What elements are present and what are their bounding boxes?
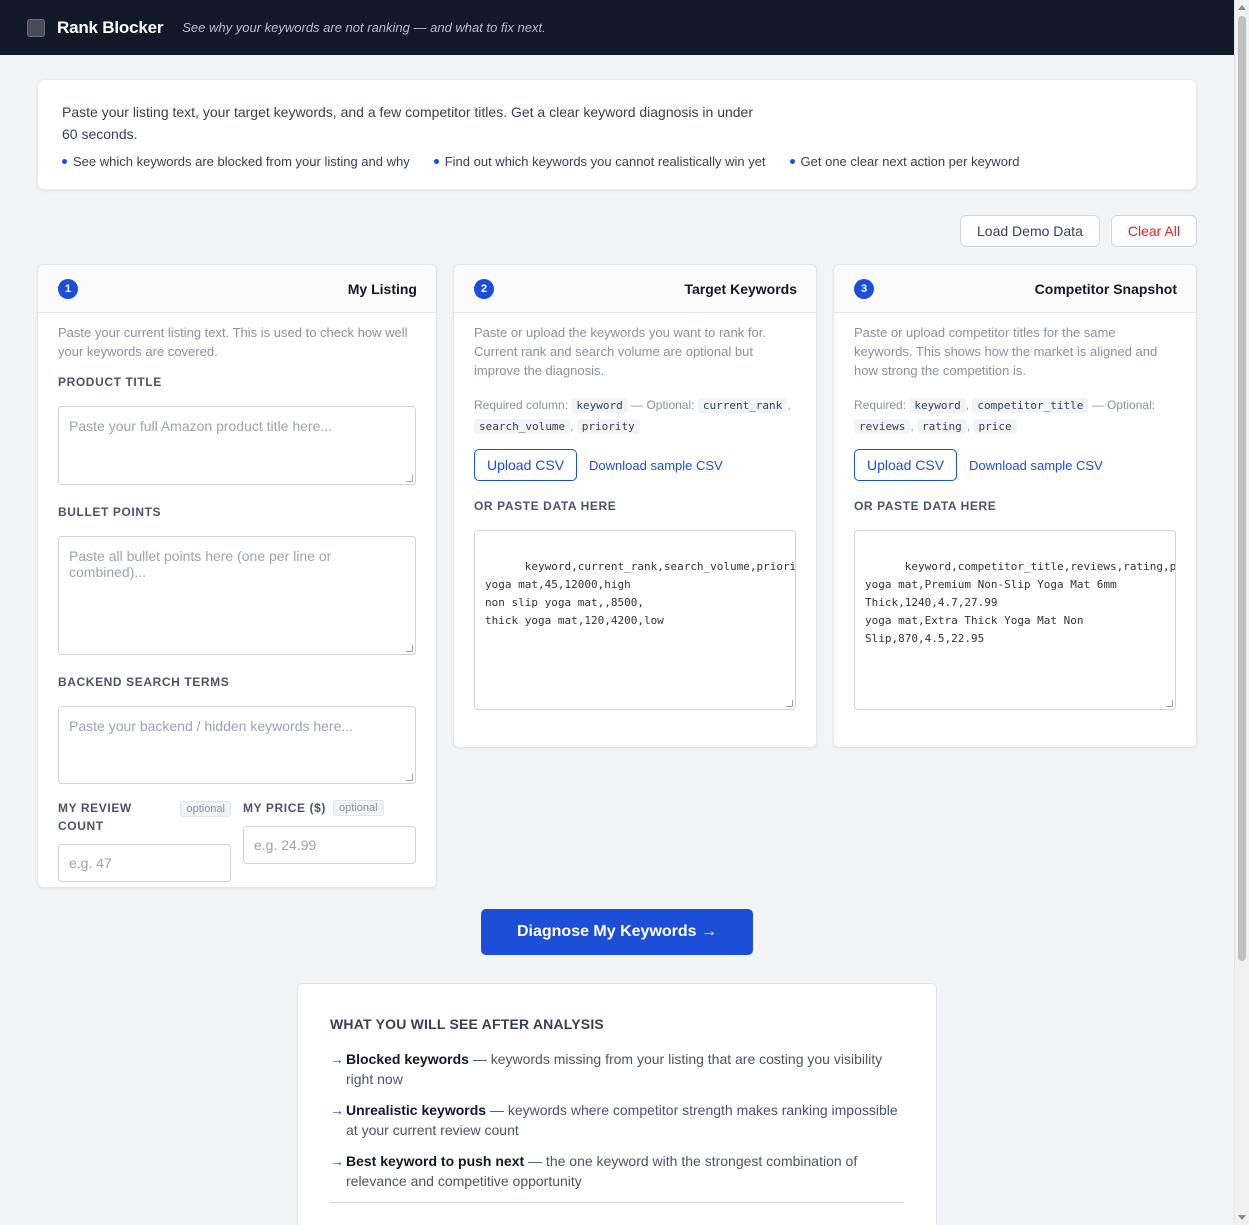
diagnose-keywords-button[interactable]: Diagnose My Keywords →	[481, 909, 753, 955]
intro-card: Paste your listing text, your target key…	[37, 79, 1197, 190]
arrow-right-icon: →	[330, 1102, 344, 1118]
card-header: 2 Target Keywords	[454, 265, 816, 313]
preview-item: → Unrealistic keywords — keywords where …	[330, 1102, 898, 1138]
step-number-badge: 3	[854, 278, 874, 299]
benefit-item: See which keywords are blocked from your…	[62, 154, 410, 169]
card-description: Paste or upload the keywords you want to…	[474, 325, 766, 378]
card-title: Target Keywords	[684, 280, 797, 297]
resize-handle-icon[interactable]	[406, 645, 413, 652]
product-title-textarea[interactable]: Paste your full Amazon product title her…	[58, 406, 416, 485]
resize-handle-icon[interactable]	[406, 774, 413, 781]
resize-handle-icon[interactable]	[406, 475, 413, 482]
page-scrollbar[interactable]	[1234, 0, 1249, 1225]
column-code: rating	[917, 419, 967, 434]
column-code: search_volume	[474, 419, 571, 434]
preview-heading: WHAT YOU WILL SEE AFTER ANALYSIS	[330, 1016, 604, 1032]
upload-csv-button[interactable]: Upload CSV	[474, 449, 578, 481]
card-description: Paste or upload competitor titles for th…	[854, 325, 1158, 378]
analysis-preview-card: WHAT YOU WILL SEE AFTER ANALYSIS → Block…	[297, 983, 937, 1225]
price-input[interactable]: e.g. 24.99	[243, 826, 416, 864]
step-number-badge: 1	[58, 278, 78, 299]
column-code: priority	[576, 419, 640, 434]
column-code: reviews	[854, 419, 911, 434]
preview-item: → Blocked keywords — keywords missing fr…	[330, 1051, 883, 1087]
preview-list: → Blocked keywords — keywords missing fr…	[330, 1049, 904, 1191]
arrow-right-icon: →	[330, 1051, 344, 1067]
keywords-csv-textarea[interactable]: keyword,current_rank,search_volume,prior…	[474, 530, 796, 710]
column-code: keyword	[571, 398, 628, 413]
upload-csv-button[interactable]: Upload CSV	[854, 449, 958, 481]
arrow-right-icon: →	[330, 1153, 344, 1169]
bullet-icon	[433, 159, 439, 164]
benefits-list: See which keywords are blocked from your…	[62, 154, 1172, 169]
load-demo-button[interactable]: Load Demo Data	[960, 215, 1100, 247]
card-header: 1 My Listing	[38, 265, 436, 313]
bullet-points-label: BULLET POINTS	[58, 505, 162, 519]
scroll-up-icon[interactable]	[1238, 5, 1246, 10]
card-description: Paste your current listing text. This is…	[58, 325, 408, 359]
paste-data-label: OR PASTE DATA HERE	[474, 499, 617, 513]
download-sample-link[interactable]: Download sample CSV	[969, 458, 1103, 473]
target-keywords-card: 2 Target Keywords Paste or upload the ke…	[453, 264, 817, 748]
preview-item: → Best keyword to push next — the one ke…	[330, 1153, 858, 1189]
scrollbar-thumb[interactable]	[1238, 16, 1246, 961]
my-listing-card: 1 My Listing Paste your current listing …	[37, 264, 437, 888]
price-label: MY PRICE ($)	[243, 801, 326, 815]
optional-badge: optional	[180, 801, 231, 817]
logo-icon	[27, 18, 45, 37]
card-header: 3 Competitor Snapshot	[834, 265, 1196, 313]
review-count-input[interactable]: e.g. 47	[58, 844, 231, 882]
card-title: My Listing	[347, 280, 417, 297]
intro-text: Paste your listing text, your target key…	[62, 104, 753, 142]
backend-search-terms-label: BACKEND SEARCH TERMS	[58, 675, 230, 689]
benefit-item: Get one clear next action per keyword	[789, 154, 1019, 169]
competitors-csv-textarea[interactable]: keyword,competitor_title,reviews,rating,…	[854, 530, 1176, 710]
column-requirements: Required: keyword, competitor_title — Op…	[854, 398, 1156, 434]
bullet-icon	[62, 159, 67, 164]
product-title-label: PRODUCT TITLE	[58, 375, 162, 389]
column-code: competitor_title	[972, 398, 1089, 413]
benefit-item: Find out which keywords you cannot reali…	[433, 154, 766, 169]
scroll-down-icon[interactable]	[1238, 1215, 1246, 1220]
backend-search-terms-textarea[interactable]: Paste your backend / hidden keywords her…	[58, 706, 416, 784]
competitor-snapshot-card: 3 Competitor Snapshot Paste or upload co…	[833, 264, 1197, 748]
divider	[330, 1202, 904, 1203]
bullet-icon	[789, 159, 795, 164]
optional-badge: optional	[333, 800, 384, 816]
paste-data-label: OR PASTE DATA HERE	[854, 499, 997, 513]
top-bar: Rank Blocker See why your keywords are n…	[0, 0, 1234, 55]
toolbar: Load Demo Data Clear All	[960, 215, 1197, 247]
app-name: Rank Blocker	[57, 17, 164, 37]
resize-handle-icon[interactable]	[1166, 700, 1173, 707]
app-tagline: See why your keywords are not ranking — …	[182, 20, 546, 35]
clear-all-button[interactable]: Clear All	[1110, 215, 1197, 247]
column-requirements: Required column: keyword — Optional: cur…	[474, 398, 791, 434]
column-code: price	[973, 419, 1017, 434]
bullet-points-textarea[interactable]: Paste all bullet points here (one per li…	[58, 536, 416, 655]
column-code: current_rank	[697, 398, 788, 413]
download-sample-link[interactable]: Download sample CSV	[589, 458, 723, 473]
resize-handle-icon[interactable]	[786, 700, 793, 707]
card-title: Competitor Snapshot	[1034, 280, 1177, 297]
step-number-badge: 2	[474, 278, 494, 299]
column-code: keyword	[909, 398, 966, 413]
review-count-label: MY REVIEW COUNT	[58, 801, 132, 833]
